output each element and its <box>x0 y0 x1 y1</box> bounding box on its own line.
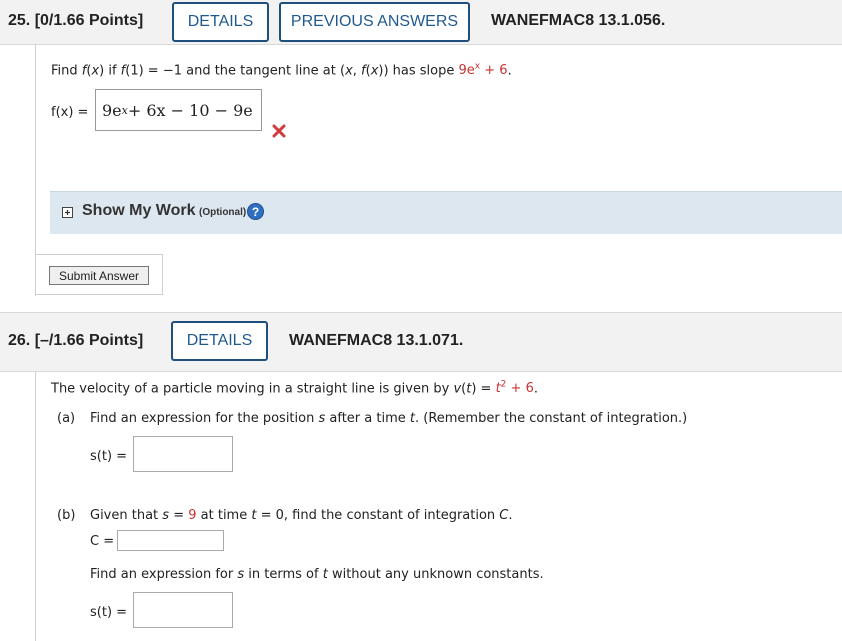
details-button[interactable]: DETAILS <box>172 2 269 42</box>
question-26-left-border <box>35 371 36 641</box>
position-final-input[interactable] <box>133 592 233 628</box>
part-b-label: (b) <box>57 508 76 523</box>
part-b-answer-label: s(t) = <box>90 605 128 620</box>
incorrect-x-icon <box>272 123 286 142</box>
question-number: 26. <box>8 332 31 349</box>
show-my-work-panel[interactable]: Show My Work (Optional) ? <box>50 191 842 234</box>
expand-plus-icon[interactable] <box>62 207 73 218</box>
question-code: WANEFMAC8 13.1.056. <box>491 12 666 29</box>
part-b-prompt: Given that s = 9 at time t = 0, find the… <box>90 508 513 523</box>
velocity-expression: t2 + 6 <box>495 380 534 397</box>
position-input[interactable] <box>133 436 233 472</box>
part-a-answer-label: s(t) = <box>90 449 128 464</box>
optional-label: (Optional) <box>199 207 247 218</box>
part-a-prompt: Find an expression for the position s af… <box>90 411 688 426</box>
question-points: [0/1.66 Points] <box>34 12 144 29</box>
answer-label: f(x) = <box>51 105 89 120</box>
question-26-number: 26. [–/1.66 Points] <box>8 332 143 350</box>
previous-answers-button[interactable]: PREVIOUS ANSWERS <box>279 2 470 42</box>
show-my-work-label[interactable]: Show My Work <box>82 202 196 220</box>
question-26-prompt: The velocity of a particle moving in a s… <box>51 380 538 397</box>
constant-label: C = <box>90 534 115 549</box>
slope-value: 9ex + 6 <box>458 62 508 79</box>
part-a-label: (a) <box>57 411 76 426</box>
question-points: [–/1.66 Points] <box>34 332 144 349</box>
question-25-prompt: Find f(x) if f(1) = −1 and the tangent l… <box>51 62 512 79</box>
question-number: 25. <box>8 12 31 29</box>
answer-field[interactable]: 9e x + 6x − 10 − 9e <box>95 89 262 131</box>
question-25-number: 25. [0/1.66 Points] <box>8 12 143 30</box>
details-button[interactable]: DETAILS <box>171 321 268 361</box>
question-code: WANEFMAC8 13.1.071. <box>289 332 464 349</box>
constant-input[interactable] <box>117 530 224 551</box>
part-b-followup: Find an expression for s in terms of t w… <box>90 567 544 582</box>
help-icon[interactable]: ? <box>247 203 264 220</box>
submit-answer-button[interactable]: Submit Answer <box>49 266 149 285</box>
